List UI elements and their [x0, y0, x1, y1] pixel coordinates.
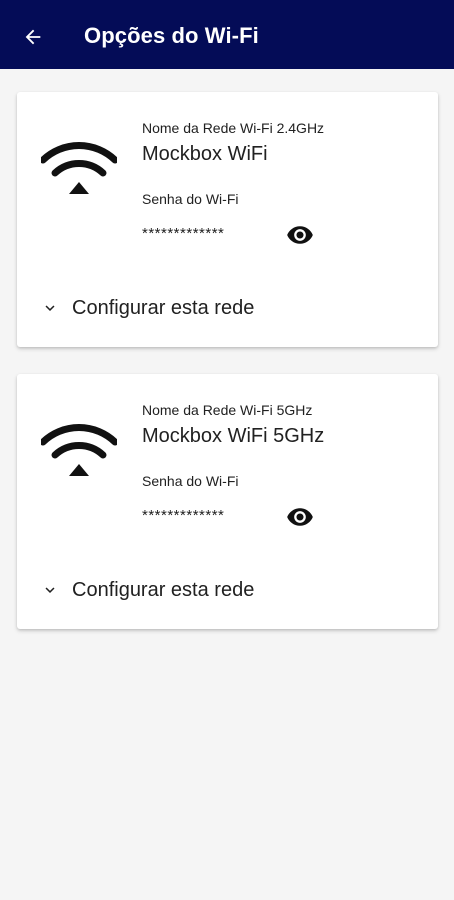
wifi-network-card-5ghz: Nome da Rede Wi-Fi 5GHz Mockbox WiFi 5GH…	[17, 374, 438, 629]
app-bar: Opções do Wi-Fi	[0, 0, 454, 69]
configure-network-toggle[interactable]: Configurar esta rede	[41, 294, 254, 322]
configure-network-label: Configurar esta rede	[72, 578, 255, 601]
wifi-icon	[41, 142, 117, 194]
configure-network-label: Configurar esta rede	[72, 296, 255, 319]
network-name: Mockbox WiFi 5GHz	[142, 425, 325, 447]
wifi-icon	[41, 424, 117, 476]
network-name: Mockbox WiFi	[142, 143, 268, 165]
back-button[interactable]	[18, 22, 48, 52]
password-value: *************	[142, 225, 225, 242]
wifi-network-card-2-4ghz: Nome da Rede Wi-Fi 2.4GHz Mockbox WiFi S…	[17, 92, 438, 347]
arrow-left-icon	[25, 29, 41, 45]
eye-icon	[287, 226, 313, 244]
network-name-label: Nome da Rede Wi-Fi 2.4GHz	[142, 120, 325, 136]
configure-network-toggle[interactable]: Configurar esta rede	[41, 576, 254, 604]
chevron-down-icon	[41, 581, 59, 599]
page-title: Opções do Wi-Fi	[84, 23, 259, 48]
chevron-down-icon	[41, 299, 59, 317]
network-name-label: Nome da Rede Wi-Fi 5GHz	[142, 402, 313, 418]
password-label: Senha do Wi-Fi	[142, 473, 239, 489]
eye-icon	[287, 508, 313, 526]
password-label: Senha do Wi-Fi	[142, 191, 239, 207]
show-password-button[interactable]	[285, 505, 315, 529]
show-password-button[interactable]	[285, 223, 315, 247]
password-value: *************	[142, 507, 225, 524]
